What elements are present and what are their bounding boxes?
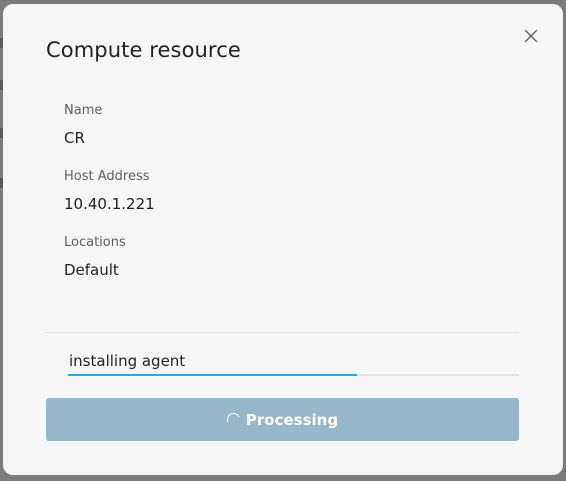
locations-value: Default	[64, 261, 119, 279]
host-address-value: 10.40.1.221	[64, 195, 155, 213]
close-icon	[524, 29, 538, 43]
host-address-field: Host Address 10.40.1.221	[64, 169, 155, 213]
processing-button-label: Processing	[245, 410, 339, 429]
processing-button[interactable]: Processing	[46, 398, 519, 441]
name-value: CR	[64, 129, 85, 147]
spinner-icon	[225, 411, 242, 428]
locations-field: Locations Default	[64, 235, 126, 279]
compute-resource-dialog: Compute resource Name CR Host Address 10…	[3, 4, 563, 475]
install-progress: installing agent	[68, 352, 519, 376]
dialog-title: Compute resource	[46, 38, 241, 62]
locations-label: Locations	[64, 235, 126, 250]
name-label: Name	[64, 103, 103, 118]
progress-track	[68, 374, 519, 376]
name-field: Name CR	[64, 103, 102, 147]
host-address-label: Host Address	[64, 169, 150, 184]
close-button[interactable]	[521, 26, 541, 46]
progress-status-text: installing agent	[69, 352, 186, 370]
divider	[46, 332, 519, 333]
progress-fill	[68, 374, 357, 376]
